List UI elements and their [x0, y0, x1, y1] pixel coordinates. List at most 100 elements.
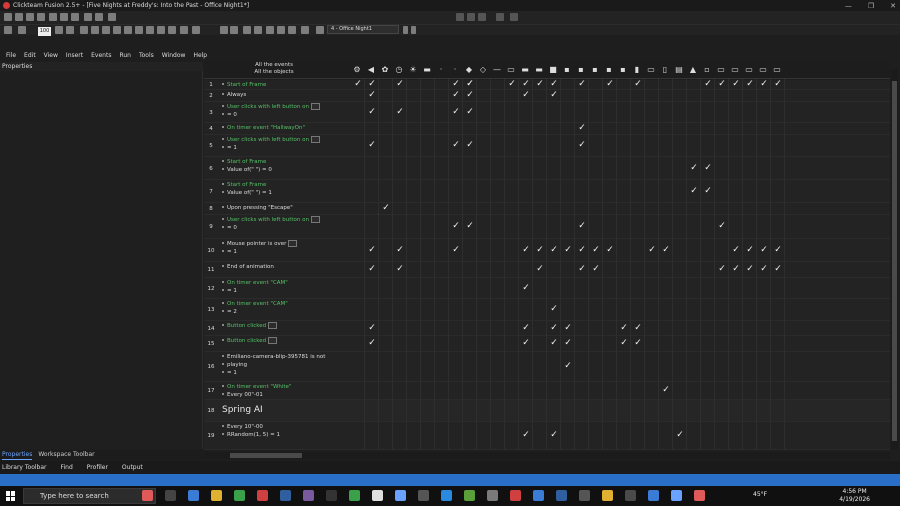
taskbar-app-icon[interactable]	[372, 490, 383, 501]
zoom-field[interactable]: 100	[38, 27, 51, 36]
tools-icon[interactable]	[135, 26, 143, 34]
action-check-mark-icon[interactable]: ✓	[759, 245, 769, 255]
object-column-icon[interactable]: ▲	[688, 65, 698, 74]
event-row[interactable]: 9 User clicks with left button on = 0 ✓ ✓ ✓ ✓	[204, 215, 890, 239]
action-check-mark-icon[interactable]: ✓	[507, 80, 517, 89]
start-button[interactable]	[6, 491, 16, 501]
event-row[interactable]: 5 User clicks with left button on = 1 ✓ ✓ ✓ ✓	[204, 135, 890, 157]
magnifier-icon[interactable]	[4, 26, 12, 34]
action-check-mark-icon[interactable]: ✓	[451, 222, 461, 231]
taskbar-app-icon[interactable]	[694, 490, 705, 501]
condition-line[interactable]: On timer event "CAM"	[222, 279, 346, 287]
taskbar-app-icon[interactable]	[234, 490, 245, 501]
action-check-mark-icon[interactable]: ✓	[745, 245, 755, 255]
cut-icon[interactable]	[49, 13, 57, 21]
build-icon[interactable]	[124, 26, 132, 34]
new-file-icon[interactable]	[4, 13, 12, 21]
action-check-mark-icon[interactable]: ✓	[563, 339, 573, 348]
action-check-mark-icon[interactable]: ✓	[577, 141, 587, 150]
frame-editor-icon[interactable]	[254, 26, 262, 34]
condition-line[interactable]: = 2	[222, 308, 346, 316]
action-check-mark-icon[interactable]: ✓	[395, 265, 405, 274]
object-column-icon[interactable]: ▯	[660, 65, 670, 74]
action-check-mark-icon[interactable]: ✓	[633, 339, 643, 348]
library-toolbar-tab[interactable]: Library Toolbar	[2, 464, 47, 471]
action-check-mark-icon[interactable]: ✓	[367, 80, 377, 89]
condition-line[interactable]: On timer event "White"	[222, 383, 346, 391]
prev-frame-arrow-icon[interactable]	[403, 26, 408, 34]
condition-line[interactable]: Start of Frame	[222, 181, 346, 189]
tools-icon[interactable]	[168, 26, 176, 34]
frame-select-icon[interactable]	[316, 26, 324, 34]
menu-edit[interactable]: Edit	[24, 52, 36, 59]
event-row[interactable]: 16 Emiliano-camera-blip-395781 is not play…	[204, 352, 890, 382]
action-check-mark-icon[interactable]: ✓	[395, 107, 405, 117]
action-check-mark-icon[interactable]: ✓	[367, 141, 377, 150]
object-column-icon[interactable]: ▭	[758, 65, 768, 74]
circle-icon[interactable]	[230, 26, 238, 34]
object-column-icon[interactable]: ✿	[380, 65, 390, 74]
test-icon[interactable]	[113, 26, 121, 34]
layout-icon[interactable]	[467, 13, 475, 21]
object-column-icon[interactable]: ◷	[394, 65, 404, 74]
action-check-mark-icon[interactable]: ✓	[465, 141, 475, 150]
condition-line[interactable]: = 1	[222, 369, 346, 377]
undo-icon[interactable]	[84, 13, 92, 21]
action-check-mark-icon[interactable]: ✓	[605, 245, 615, 255]
action-check-mark-icon[interactable]: ✓	[451, 107, 461, 117]
grid-icon[interactable]	[18, 26, 26, 34]
event-group-header[interactable]: 18 Spring AI	[204, 400, 890, 422]
taskbar-app-icon[interactable]	[280, 490, 291, 501]
vertical-scrollbar[interactable]	[891, 69, 898, 450]
action-check-mark-icon[interactable]: ✓	[675, 431, 685, 440]
object-column-icon[interactable]: ·	[436, 65, 446, 74]
action-check-mark-icon[interactable]: ✓	[549, 91, 559, 100]
menu-view[interactable]: View	[44, 52, 58, 59]
action-check-mark-icon[interactable]: ✓	[647, 245, 657, 255]
action-check-mark-icon[interactable]: ✓	[563, 323, 573, 333]
action-check-mark-icon[interactable]: ✓	[745, 80, 755, 89]
layout-icon[interactable]	[510, 13, 518, 21]
object-column-icon[interactable]: ◆	[464, 65, 474, 74]
object-column-icon[interactable]: ▬	[422, 65, 432, 74]
tab-properties[interactable]: Properties	[2, 450, 33, 460]
action-check-mark-icon[interactable]: ✓	[451, 141, 461, 150]
action-check-mark-icon[interactable]: ✓	[367, 107, 377, 117]
action-check-mark-icon[interactable]: ✓	[577, 265, 587, 274]
taskbar-app-icon[interactable]	[487, 490, 498, 501]
taskbar-app-icon[interactable]	[349, 490, 360, 501]
action-check-mark-icon[interactable]: ✓	[689, 163, 699, 173]
condition-line[interactable]: playing	[222, 361, 346, 369]
action-check-mark-icon[interactable]: ✓	[549, 323, 559, 333]
action-check-mark-icon[interactable]: ✓	[367, 339, 377, 348]
action-check-mark-icon[interactable]: ✓	[703, 186, 713, 196]
open-file-icon[interactable]	[15, 13, 23, 21]
action-check-mark-icon[interactable]: ✓	[619, 339, 629, 348]
event-row[interactable]: 19 Every 10"-00 RRandom(1, 5) = 1 ✓ ✓ ✓	[204, 422, 890, 450]
menu-file[interactable]: File	[6, 52, 16, 59]
condition-line[interactable]: = 1	[222, 248, 346, 256]
action-check-mark-icon[interactable]: ✓	[451, 91, 461, 100]
taskbar-app-icon[interactable]	[142, 490, 153, 501]
layout-icon[interactable]	[456, 13, 464, 21]
taskbar-app-icon[interactable]	[395, 490, 406, 501]
condition-line[interactable]: Value of(" ") = 1	[222, 189, 346, 197]
action-check-mark-icon[interactable]: ✓	[731, 265, 741, 274]
menu-run[interactable]: Run	[119, 52, 131, 59]
object-column-icon[interactable]: ◇	[478, 65, 488, 74]
action-check-mark-icon[interactable]: ✓	[535, 245, 545, 255]
condition-line[interactable]: Every 00"-01	[222, 391, 346, 399]
save-all-icon[interactable]	[37, 13, 45, 21]
object-column-icon[interactable]: ⚙	[352, 65, 362, 74]
action-check-mark-icon[interactable]: ✓	[521, 80, 531, 89]
taskbar-app-icon[interactable]	[257, 490, 268, 501]
action-check-mark-icon[interactable]: ✓	[367, 265, 377, 274]
next-frame-arrow-icon[interactable]	[411, 26, 416, 34]
taskbar-app-icon[interactable]	[326, 490, 337, 501]
object-column-icon[interactable]: ▭	[646, 65, 656, 74]
taskbar-search-input[interactable]: Type here to search	[23, 488, 156, 504]
close-button[interactable]: ✕	[890, 2, 896, 10]
minimize-button[interactable]: —	[845, 2, 852, 10]
action-check-mark-icon[interactable]: ✓	[549, 339, 559, 348]
action-check-mark-icon[interactable]: ✓	[451, 245, 461, 255]
